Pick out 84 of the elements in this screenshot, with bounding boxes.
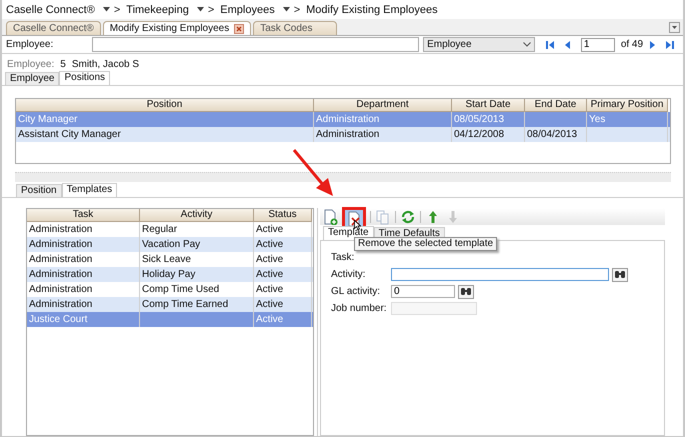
table-cell: Administration [29,284,92,295]
table-cell: Administration [29,254,92,265]
dropdown-button-icon[interactable] [669,22,680,33]
chevron-icon [522,42,531,47]
text-field[interactable] [391,268,609,281]
copy-icon [375,208,391,224]
next-page-icon[interactable] [647,40,658,50]
tab[interactable]: Employee [5,72,60,85]
breadcrumb-item[interactable]: Employees [220,4,275,16]
breadcrumb-separator: > [114,4,120,16]
add-document-icon [322,208,338,224]
caret-icon[interactable] [196,7,204,12]
column-header[interactable]: End Date [525,99,587,112]
table-cell: Comp Time Used [142,284,220,295]
table-cell: Regular [142,224,178,235]
table-cell: Active [256,254,284,265]
column-header[interactable]: Task [27,209,140,222]
table-row[interactable]: Administration Holiday Pay Active [27,267,313,282]
document-tab[interactable]: Caselle Connect® [6,21,101,35]
employee-label: Employee: [7,58,54,70]
binoculars-icon[interactable] [612,268,628,282]
table-cell: Active [256,284,284,295]
table-cell: Vacation Pay [142,239,200,250]
table-cell: City Manager [18,114,78,125]
table-cell: Comp Time Earned [142,299,228,310]
field-label: Job number: [331,303,388,314]
table-cell: Holiday Pay [142,269,196,280]
table-cell: Administration [316,129,380,140]
last-page-icon[interactable] [665,40,676,50]
field-label: GL activity: [331,286,382,297]
employee-name: Smith, Jacob S [72,58,140,70]
binoculars-icon[interactable] [458,284,474,298]
table-cell: 08/05/2013 [454,114,504,125]
field-label: Task: [331,252,356,263]
page-number-field[interactable]: 1 [580,38,615,52]
table-cell: Administration [29,299,92,310]
table-row[interactable]: Assistant City Manager Administration 04/12/2008 08/04/2013 [16,127,670,142]
table-cell: Administration [316,114,380,125]
tab[interactable]: Templates [62,183,118,197]
column-header[interactable]: Start Date [452,99,525,112]
column-header[interactable]: Position [16,99,314,112]
table-cell: Active [256,224,284,235]
table-cell: Assistant City Manager [18,129,121,140]
table-row[interactable]: Administration Comp Time Earned Active [27,297,313,312]
previous-page-icon[interactable] [562,40,573,50]
document-tab[interactable]: Task Codes [253,21,338,35]
field-label: Activity: [331,269,366,280]
breadcrumb-item[interactable]: Modify Existing Employees [306,4,438,16]
table-cell: Sick Leave [142,254,191,265]
caret-icon[interactable] [102,7,110,12]
table-cell: Active [256,269,284,280]
table-cell: Administration [29,269,92,280]
breadcrumb-separator: > [208,4,214,16]
breadcrumb-separator: > [294,4,300,16]
employee-label: Employee: [6,39,54,50]
breadcrumb-item[interactable]: Timekeeping [126,4,189,16]
table-cell: Yes [589,114,606,125]
tab[interactable]: Positions [59,71,110,85]
field-select[interactable]: Employee [423,37,535,52]
table-cell: 08/04/2013 [527,129,578,140]
page-count: of 49 [620,39,644,50]
tab[interactable]: Position [16,184,62,197]
column-header[interactable]: Department [314,99,452,112]
employee-number: 5 [60,58,66,70]
table-cell: 04/12/2008 [454,129,504,140]
table-row[interactable]: Administration Vacation Pay Active [27,237,313,252]
table-cell: Active [256,299,284,310]
table-cell: Justice Court [29,314,88,325]
breadcrumb-item[interactable]: Caselle Connect® [6,4,95,16]
column-header[interactable]: Status [254,209,312,222]
tooltip: Remove the selected template [354,237,498,251]
table-cell: Active [256,314,284,325]
refresh-icon [400,208,416,224]
table-cell: Administration [29,224,92,235]
first-page-icon[interactable] [544,40,555,50]
column-header[interactable]: Primary Position [587,99,668,112]
close-icon[interactable] [234,24,244,34]
column-header[interactable]: Activity [140,209,254,222]
document-tab[interactable]: Modify Existing Employees [102,21,252,35]
table-cell: Administration [29,239,92,250]
employee-search-field[interactable] [92,37,420,52]
table-cell: Active [256,239,284,250]
caret-icon[interactable] [282,7,290,12]
text-field[interactable]: 0 [391,285,455,298]
